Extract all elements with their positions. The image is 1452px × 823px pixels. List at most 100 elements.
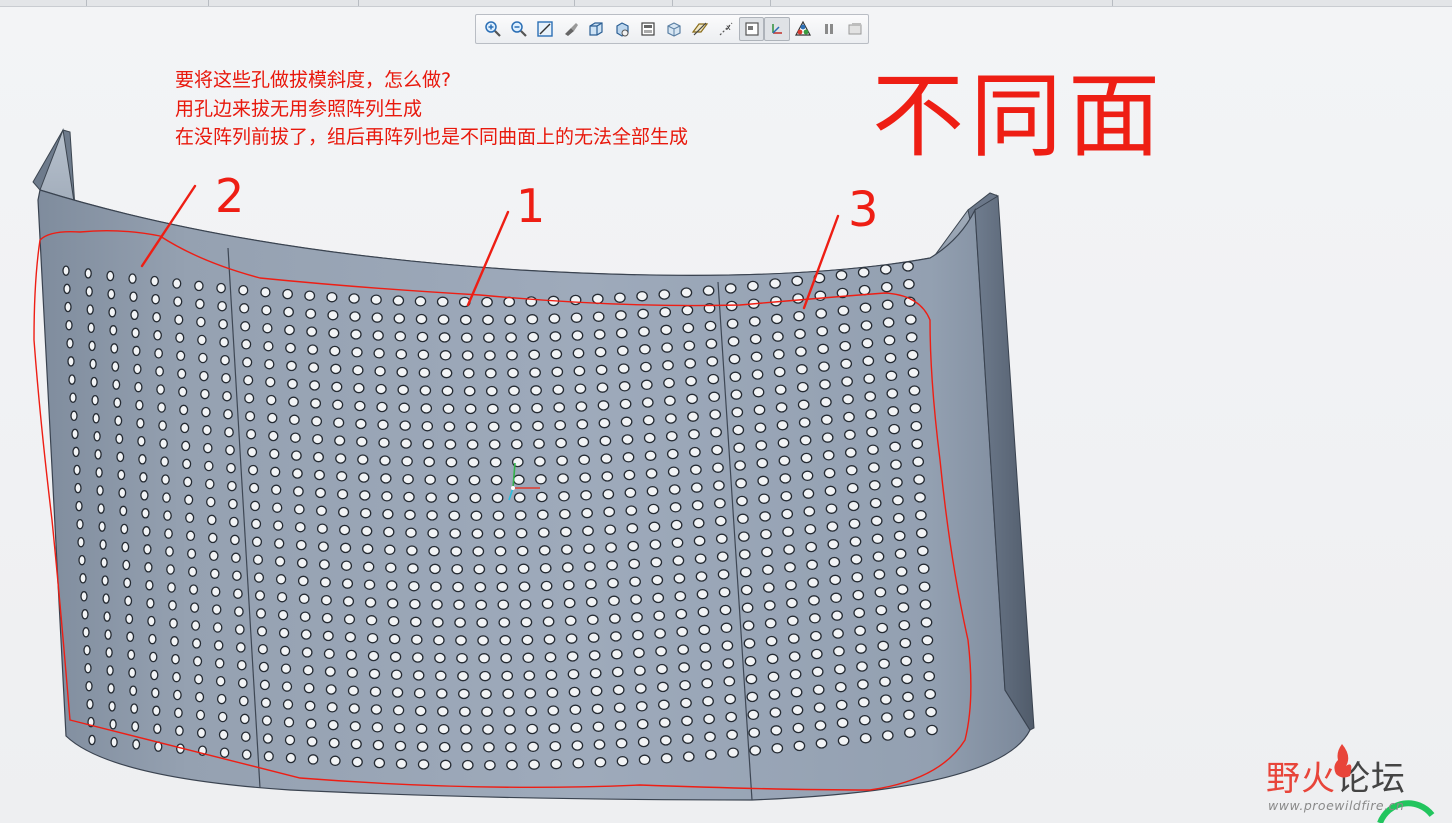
hole <box>295 539 307 551</box>
hole <box>810 630 822 642</box>
hole <box>592 311 605 322</box>
hole <box>310 398 322 409</box>
annotation-line-1: 要将这些孔做拔模斜度，怎么做? <box>175 69 452 91</box>
hole <box>591 293 604 305</box>
hole <box>696 588 709 600</box>
hole <box>72 446 80 458</box>
hole <box>462 368 475 379</box>
hole <box>836 717 849 729</box>
hole <box>506 759 518 771</box>
hole <box>349 721 361 732</box>
hole <box>217 711 228 723</box>
hole <box>623 469 636 481</box>
hole <box>610 631 622 642</box>
hole <box>637 308 649 320</box>
hole <box>662 360 674 371</box>
hole <box>248 464 259 476</box>
hole <box>419 385 432 396</box>
hole <box>259 679 270 691</box>
hole <box>460 332 473 343</box>
hole <box>433 634 445 646</box>
hole <box>669 502 682 513</box>
hole <box>570 312 583 323</box>
hole <box>178 386 188 398</box>
hole <box>714 498 726 509</box>
hole <box>245 410 256 422</box>
hole <box>732 424 745 436</box>
hole <box>504 314 516 325</box>
hole <box>224 426 234 438</box>
hole <box>638 754 651 766</box>
hole <box>535 474 547 485</box>
hole <box>78 554 86 566</box>
hole <box>283 717 295 728</box>
hole <box>808 595 820 606</box>
hole <box>113 397 122 408</box>
hole <box>139 472 148 483</box>
annotation-line-2: 用孔边来拔无用参照阵列生成 <box>175 97 423 120</box>
hole <box>327 309 339 321</box>
hole <box>894 548 907 560</box>
hole <box>610 648 623 660</box>
hole <box>219 336 229 348</box>
annotation-text: 要将这些孔做拔模斜度，怎么做? 用孔边来拔无用参照阵列生成 在没阵列前拔了，组后… <box>175 66 688 152</box>
hole <box>790 686 803 698</box>
hole <box>549 740 562 752</box>
hole <box>822 450 835 461</box>
hole <box>785 579 797 591</box>
hole <box>858 284 871 296</box>
hole <box>793 310 805 322</box>
hole <box>892 512 905 524</box>
hole <box>554 419 567 431</box>
annotation-line-3: 在没阵列前拔了，组后再阵列也是不同曲面上的无法全部生成 <box>175 126 689 148</box>
hole <box>566 651 579 662</box>
hole <box>251 518 262 530</box>
hole <box>558 491 570 502</box>
hole <box>174 314 184 325</box>
hole <box>155 366 164 377</box>
hole <box>466 439 479 450</box>
hole <box>911 438 924 450</box>
hole <box>704 320 717 332</box>
hole <box>724 693 737 705</box>
hole <box>240 731 251 742</box>
hole <box>311 416 323 427</box>
hole <box>672 555 685 566</box>
hole <box>744 655 757 667</box>
hole <box>655 646 667 657</box>
hole <box>659 735 672 746</box>
hole <box>824 485 837 497</box>
hole <box>230 534 240 546</box>
hole <box>338 506 350 518</box>
hole <box>340 560 353 571</box>
hole <box>830 592 842 604</box>
hole <box>749 333 762 345</box>
hole <box>473 563 486 575</box>
hole <box>457 670 469 682</box>
hole <box>821 432 834 443</box>
hole <box>843 411 855 423</box>
hole <box>536 509 549 521</box>
hole <box>423 456 435 468</box>
hole <box>848 518 861 529</box>
hole <box>585 578 597 590</box>
hole <box>512 474 525 486</box>
hole <box>459 706 471 717</box>
hole <box>635 701 648 712</box>
hole <box>461 350 474 361</box>
hole <box>890 459 902 470</box>
hole <box>376 401 388 413</box>
hole <box>706 356 719 367</box>
hole <box>629 576 641 587</box>
hole <box>104 629 112 640</box>
hole <box>210 586 221 597</box>
hole <box>608 595 620 607</box>
hole <box>754 422 767 433</box>
hole <box>665 430 678 442</box>
hole <box>855 643 867 654</box>
hole <box>676 626 689 638</box>
hole <box>766 653 779 665</box>
hole <box>76 518 84 530</box>
watermark-brand-red: 野火 <box>1266 759 1336 799</box>
hole <box>510 438 523 450</box>
